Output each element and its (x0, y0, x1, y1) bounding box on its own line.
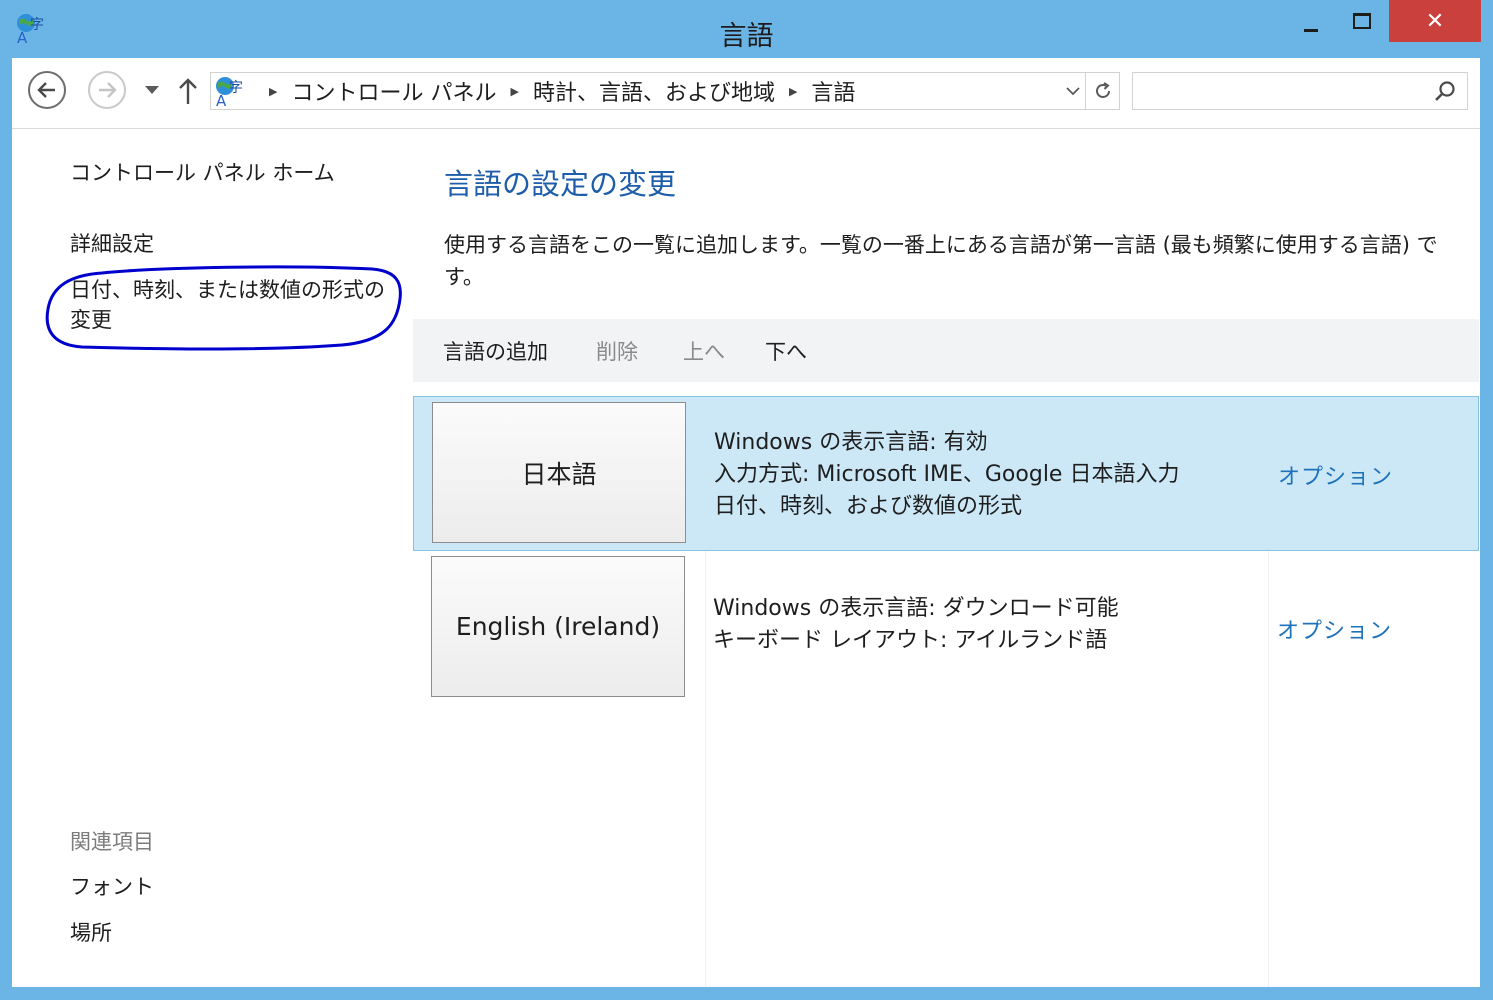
related-items-heading: 関連項目 (70, 830, 154, 854)
forward-arrow-icon (99, 82, 117, 98)
minimize-button[interactable] (1286, 0, 1336, 42)
window-title: 言語 (719, 21, 774, 52)
fonts-link[interactable]: フォント (70, 872, 154, 902)
navigation-bar: 字 A ▶ コントロール パネル ▶ 時計、言語、および地域 ▶ 言語 (12, 58, 1480, 129)
language-details: Windows の表示言語: ダウンロード可能 キーボード レイアウト: アイル… (713, 593, 1119, 657)
add-language-button[interactable]: 言語の追加 (443, 336, 548, 366)
breadcrumb-separator-icon[interactable]: ▶ (269, 85, 277, 98)
language-details: Windows の表示言語: 有効 入力方式: Microsoft IME、Go… (714, 427, 1179, 523)
breadcrumb-separator-icon[interactable]: ▶ (789, 85, 797, 98)
language-options-link[interactable]: オプション (1278, 459, 1393, 491)
breadcrumb-separator-icon[interactable]: ▶ (510, 85, 518, 98)
move-up-button[interactable]: 上へ (683, 336, 725, 366)
window-frame: 字 A 言語 ✕ 字 A ▶ コントロール パネル ▶ 時計、言語、および地域 … (0, 0, 1493, 1000)
language-list: 日本語 Windows の表示言語: 有効 入力方式: Microsoft IM… (413, 396, 1479, 987)
search-input[interactable] (1139, 77, 1423, 107)
maximize-button[interactable] (1336, 0, 1388, 42)
breadcrumb-language[interactable]: 言語 (811, 75, 855, 107)
close-icon: ✕ (1425, 8, 1445, 34)
language-tile[interactable]: English (Ireland) (431, 556, 685, 697)
keyboard-layout-info: キーボード レイアウト: アイルランド語 (713, 628, 1108, 653)
up-arrow-icon (179, 78, 197, 104)
svg-text:A: A (216, 92, 227, 108)
page-title: 言語の設定の変更 (444, 167, 677, 201)
main-content: 言語の設定の変更 使用する言語をこの一覧に追加します。一覧の一番上にある言語が第… (412, 129, 1480, 987)
language-row-english-ireland[interactable]: English (Ireland) Windows の表示言語: ダウンロード可… (413, 553, 1479, 708)
language-globe-icon: 字 A (216, 77, 243, 108)
address-box[interactable]: 字 A ▶ コントロール パネル ▶ 時計、言語、および地域 ▶ 言語 (210, 72, 1086, 110)
refresh-icon (1095, 82, 1110, 98)
breadcrumb-clock-language-region[interactable]: 時計、言語、および地域 (533, 75, 775, 107)
location-link[interactable]: 場所 (70, 918, 112, 948)
display-language-status: Windows の表示言語: 有効 (714, 430, 988, 455)
remove-language-button[interactable]: 削除 (596, 336, 638, 366)
advanced-settings-link[interactable]: 詳細設定 (70, 229, 154, 259)
recent-locations-button[interactable] (140, 78, 164, 102)
minimize-icon (1304, 28, 1318, 32)
breadcrumb: ▶ コントロール パネル ▶ 時計、言語、および地域 ▶ 言語 (255, 76, 855, 106)
language-row-japanese[interactable]: 日本語 Windows の表示言語: 有効 入力方式: Microsoft IM… (413, 396, 1479, 551)
chevron-down-icon (145, 86, 159, 94)
move-down-button[interactable]: 下へ (765, 336, 807, 366)
language-options-link[interactable]: オプション (1277, 613, 1392, 645)
chevron-down-icon (1066, 86, 1080, 95)
language-toolbar: 言語の追加 削除 上へ 下へ (413, 319, 1479, 382)
address-dropdown-button[interactable] (1063, 79, 1083, 103)
input-method-info: 入力方式: Microsoft IME、Google 日本語入力 (714, 462, 1180, 487)
display-language-status: Windows の表示言語: ダウンロード可能 (713, 596, 1119, 621)
refresh-button[interactable] (1086, 72, 1120, 110)
page-description: 使用する言語をこの一覧に追加します。一覧の一番上にある言語が第一言語 (最も頻繁… (444, 233, 1438, 289)
language-tile[interactable]: 日本語 (432, 402, 686, 543)
control-panel-home-link[interactable]: コントロール パネル ホーム (70, 158, 335, 188)
title-bar: 字 A 言語 ✕ (0, 0, 1493, 58)
back-button[interactable] (28, 71, 66, 109)
up-button[interactable] (172, 74, 204, 108)
close-button[interactable]: ✕ (1389, 0, 1481, 42)
back-arrow-icon (37, 82, 55, 98)
forward-button[interactable] (88, 71, 126, 109)
highlight-annotation (45, 265, 402, 351)
maximize-icon (1353, 13, 1371, 29)
left-navigation-pane: コントロール パネル ホーム 詳細設定 日付、時刻、または数値の形式の変更 関連… (12, 129, 412, 987)
breadcrumb-control-panel[interactable]: コントロール パネル (291, 75, 496, 107)
client-area: 字 A ▶ コントロール パネル ▶ 時計、言語、および地域 ▶ 言語 コントロ… (12, 58, 1480, 987)
format-info: 日付、時刻、および数値の形式 (714, 494, 1023, 519)
svg-text:字: 字 (229, 80, 243, 96)
search-box[interactable] (1132, 72, 1468, 110)
search-icon[interactable] (1433, 80, 1457, 104)
